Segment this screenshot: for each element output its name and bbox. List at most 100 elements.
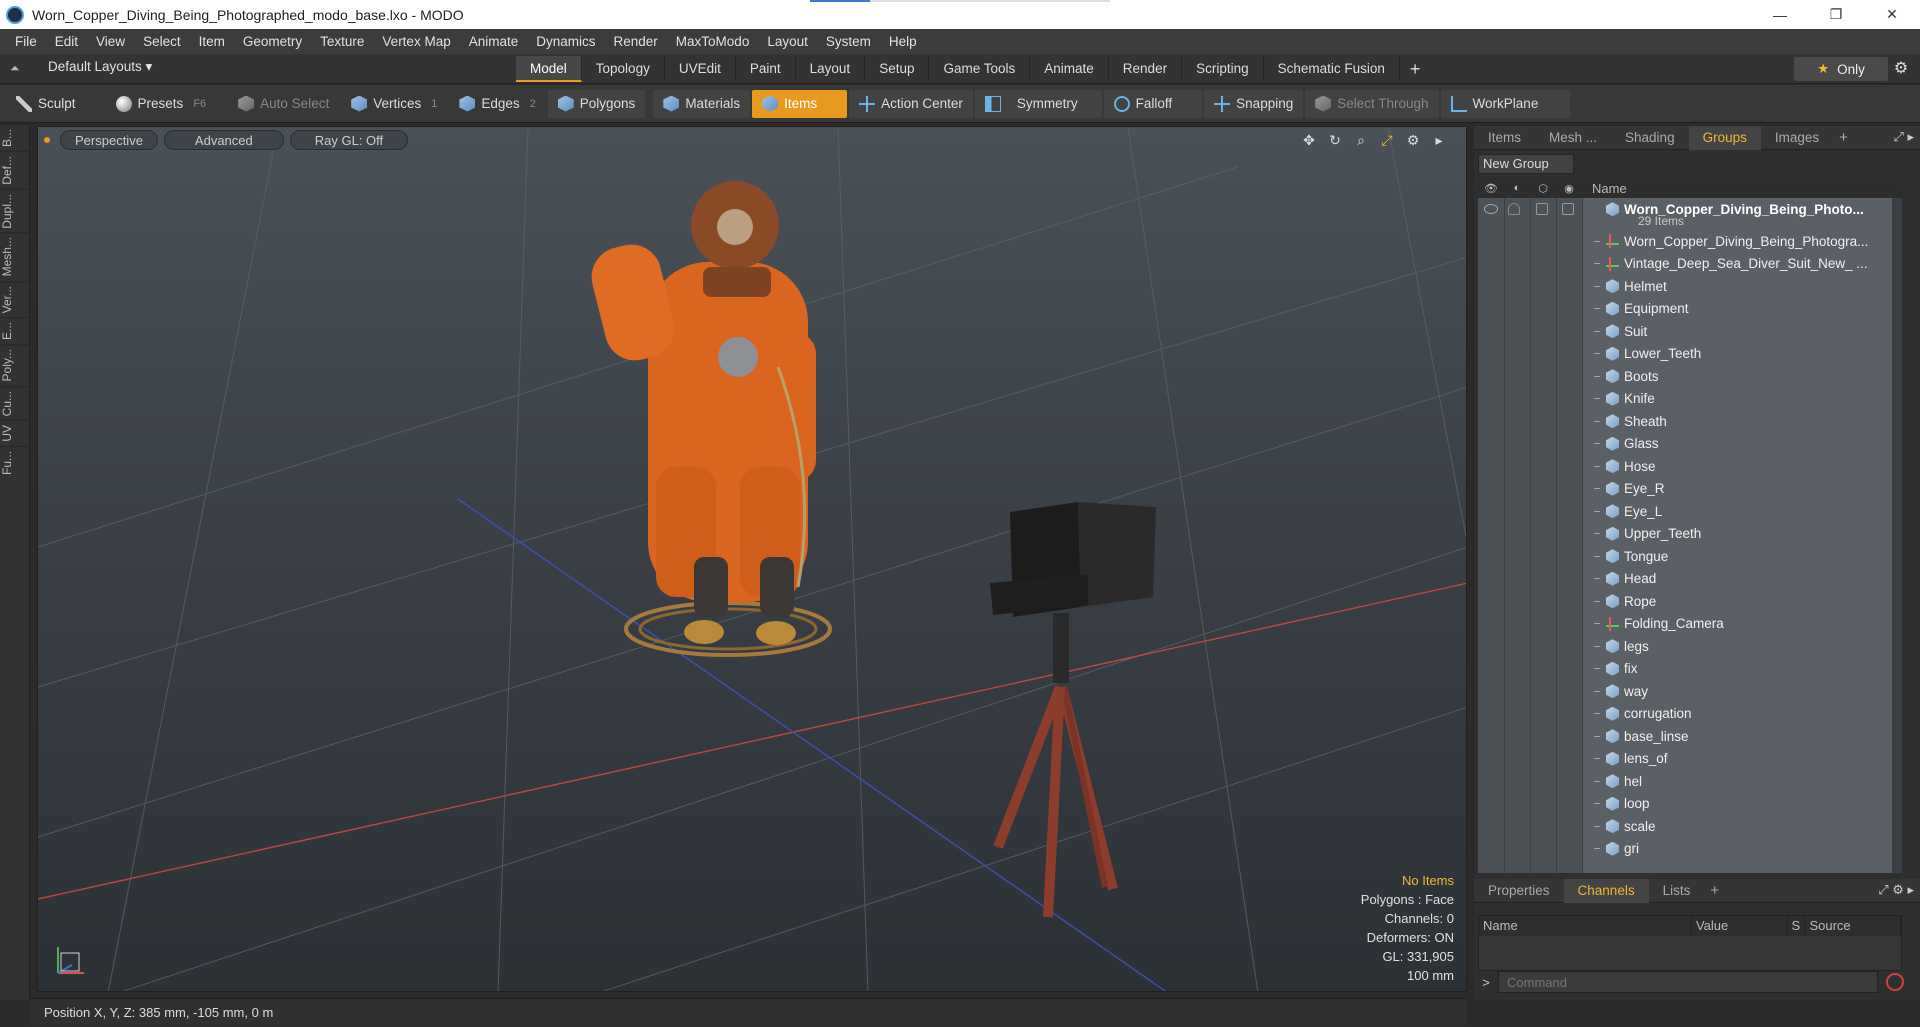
panel-tab-1[interactable]: Mesh ... <box>1535 126 1611 150</box>
tree-item[interactable]: Sheath <box>1478 410 1902 433</box>
left-tab-5[interactable]: E... <box>0 317 30 345</box>
diver-model[interactable] <box>585 181 832 657</box>
left-tab-0[interactable]: B... <box>0 124 30 152</box>
tree-item[interactable]: Vintage_Deep_Sea_Diver_Suit_New_ ... <box>1478 253 1902 276</box>
menu-edit[interactable]: Edit <box>46 29 87 54</box>
channel-column-name[interactable]: Name <box>1479 916 1692 936</box>
menu-help[interactable]: Help <box>880 29 926 54</box>
expand-arrow-icon[interactable]: ▸ <box>1430 131 1448 149</box>
left-tab-8[interactable]: UV <box>0 419 30 446</box>
tree-item[interactable]: Worn_Copper_Diving_Being_Photogra... <box>1478 230 1902 253</box>
bottom-tab-0[interactable]: Properties <box>1474 879 1564 903</box>
tab-render[interactable]: Render <box>1109 56 1183 82</box>
gear-icon[interactable]: ⚙ <box>1888 57 1914 81</box>
menu-select[interactable]: Select <box>134 29 190 54</box>
channel-column-source[interactable]: Source <box>1805 916 1901 936</box>
left-tab-6[interactable]: Poly... <box>0 344 30 386</box>
left-tab-2[interactable]: Dupl... <box>0 188 30 233</box>
menu-vertex-map[interactable]: Vertex Map <box>373 29 459 54</box>
select-column-icon[interactable]: ⬡ <box>1530 182 1556 195</box>
menu-view[interactable]: View <box>87 29 134 54</box>
left-tab-4[interactable]: Ver... <box>0 280 30 318</box>
vertices-button[interactable]: Vertices 1 <box>341 90 447 118</box>
tree-item[interactable]: Lower_Teeth <box>1478 343 1902 366</box>
panel-tab-0[interactable]: Items <box>1474 126 1535 150</box>
default-layouts-dropdown[interactable]: Default Layouts ▾ <box>48 59 152 75</box>
menu-item[interactable]: Item <box>190 29 234 54</box>
left-tab-1[interactable]: Def... <box>0 151 30 189</box>
tree-item[interactable]: Head <box>1478 568 1902 591</box>
menu-system[interactable]: System <box>817 29 880 54</box>
bottom-settings-icon[interactable]: ⤢ ⚙ ▸ <box>1878 882 1914 898</box>
snapping-button[interactable]: Snapping <box>1204 89 1304 118</box>
falloff-button[interactable]: Falloff <box>1103 89 1203 118</box>
panel-expand-icon[interactable]: ⤢ ▸ <box>1893 129 1914 145</box>
tree-item[interactable]: Glass <box>1478 433 1902 456</box>
menu-maxtomodo[interactable]: MaxToModo <box>667 29 759 54</box>
tree-item[interactable]: base_linse <box>1478 725 1902 748</box>
tab-setup[interactable]: Setup <box>865 56 930 82</box>
new-group-button[interactable]: New Group <box>1478 154 1574 174</box>
items-button[interactable]: Items <box>752 89 848 118</box>
view-perspective-button[interactable]: Perspective <box>60 130 158 150</box>
tree-item[interactable]: gri <box>1478 838 1902 861</box>
tree-item[interactable]: fix <box>1478 658 1902 681</box>
menu-render[interactable]: Render <box>605 29 667 54</box>
menu-dynamics[interactable]: Dynamics <box>527 29 604 54</box>
bottom-tab-1[interactable]: Channels <box>1563 878 1649 903</box>
tree-item[interactable]: Suit <box>1478 320 1902 343</box>
tree-item[interactable]: corrugation <box>1478 703 1902 726</box>
tree-item[interactable]: way <box>1478 680 1902 703</box>
add-layout-tab-icon[interactable]: + <box>1400 56 1431 82</box>
panel-tab-2[interactable]: Shading <box>1611 126 1689 150</box>
left-tab-3[interactable]: Mesh... <box>0 232 30 281</box>
tab-topology[interactable]: Topology <box>582 56 665 82</box>
menu-geometry[interactable]: Geometry <box>234 29 311 54</box>
tree-item[interactable]: Boots <box>1478 365 1902 388</box>
materials-button[interactable]: Materials <box>653 89 751 118</box>
menu-layout[interactable]: Layout <box>758 29 817 54</box>
viewport-settings-icon[interactable]: ⚙ <box>1404 131 1422 149</box>
tab-animate[interactable]: Animate <box>1030 56 1109 82</box>
tree-item[interactable]: Folding_Camera <box>1478 613 1902 636</box>
rotate-icon[interactable]: ↻ <box>1326 131 1344 149</box>
channel-column-value[interactable]: Value <box>1692 916 1788 936</box>
lock-column-icon[interactable]: ◐ <box>1504 182 1530 194</box>
minimize-button[interactable]: — <box>1752 0 1808 29</box>
tree-item[interactable]: Knife <box>1478 388 1902 411</box>
left-tab-7[interactable]: Cu... <box>0 385 30 420</box>
panel-tab-4[interactable]: Images <box>1761 126 1833 150</box>
menu-file[interactable]: File <box>6 29 46 54</box>
close-button[interactable]: ✕ <box>1864 0 1920 29</box>
tree-item[interactable]: loop <box>1478 793 1902 816</box>
visibility-eye-icon[interactable] <box>1484 204 1498 215</box>
tree-item[interactable]: Equipment <box>1478 298 1902 321</box>
bottom-tab-2[interactable]: Lists <box>1649 879 1705 903</box>
symmetry-button[interactable]: Symmetry <box>974 89 1102 118</box>
presets-button[interactable]: Presets F6 <box>106 90 217 118</box>
tree-item[interactable]: Eye_L <box>1478 500 1902 523</box>
auto-select-button[interactable]: Auto Select <box>228 90 339 118</box>
visibility-column-icon[interactable]: 👁 <box>1478 182 1504 195</box>
tab-model[interactable]: Model <box>516 56 582 82</box>
name-column-header[interactable]: Name <box>1592 181 1627 196</box>
left-tab-9[interactable]: Fu... <box>0 445 30 479</box>
channel-column-s[interactable]: S <box>1788 916 1806 936</box>
menu-texture[interactable]: Texture <box>311 29 373 54</box>
tab-paint[interactable]: Paint <box>736 56 796 82</box>
add-bottom-tab-icon[interactable]: + <box>1704 882 1725 899</box>
tree-item[interactable]: hel <box>1478 770 1902 793</box>
menu-animate[interactable]: Animate <box>460 29 528 54</box>
tab-layout[interactable]: Layout <box>796 56 866 82</box>
tree-item[interactable]: Upper_Teeth <box>1478 523 1902 546</box>
tree-item[interactable]: lens_of <box>1478 748 1902 771</box>
fit-view-icon[interactable]: ⤢ <box>1378 131 1396 149</box>
tab-game-tools[interactable]: Game Tools <box>929 56 1031 82</box>
polygons-button[interactable]: Polygons <box>547 89 646 118</box>
panel-tab-3[interactable]: Groups <box>1688 125 1761 150</box>
folding-camera-model[interactable] <box>990 502 1156 918</box>
raygl-toggle[interactable]: Ray GL: Off <box>289 130 409 150</box>
stop-icon[interactable] <box>1886 973 1904 991</box>
tree-item[interactable]: Helmet <box>1478 275 1902 298</box>
tree-item[interactable]: Hose <box>1478 455 1902 478</box>
